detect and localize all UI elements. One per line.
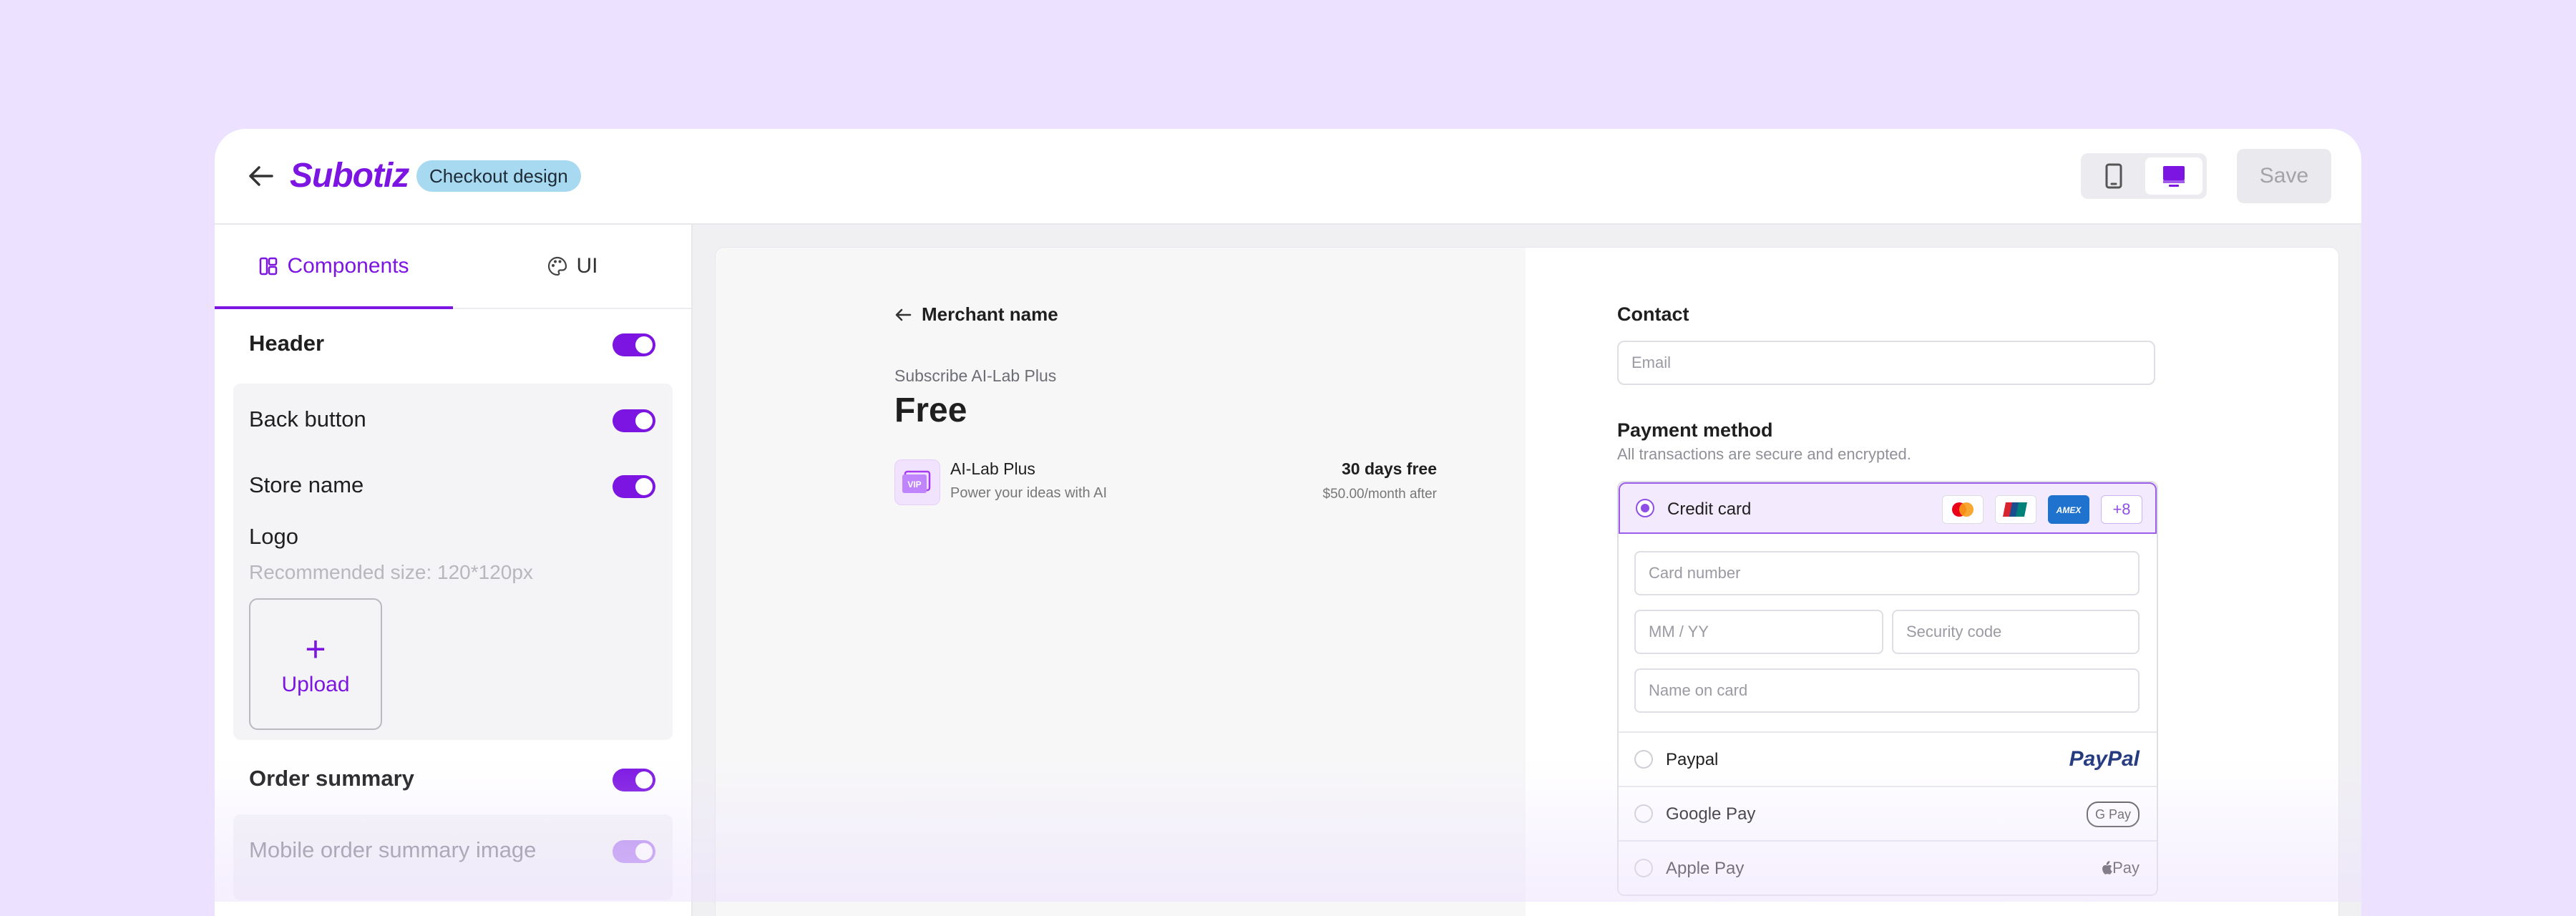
tab-ui-label: UI — [576, 254, 598, 278]
apple-pay-option[interactable]: Apple Pay Pay — [1619, 840, 2157, 895]
google-pay-label: Google Pay — [1666, 804, 1756, 824]
apple-pay-label: Apple Pay — [1666, 859, 1745, 878]
mobile-icon — [2105, 163, 2122, 189]
back-arrow-icon[interactable] — [246, 162, 275, 190]
payment-security-note: All transactions are secure and encrypte… — [1617, 445, 1911, 463]
after-trial-price: $50.00/month after — [1322, 487, 1438, 502]
credit-card-option[interactable]: Credit card AMEX +8 — [1619, 482, 2157, 534]
tab-components-label: Components — [287, 254, 409, 278]
store-name-setting-row: Store name — [215, 449, 691, 521]
google-pay-option[interactable]: Google Pay G Pay — [1619, 786, 2157, 842]
product-description: Power your ideas with AI — [950, 485, 1107, 501]
upload-label: Upload — [281, 673, 350, 696]
more-cards-badge: +8 — [2101, 495, 2142, 524]
back-button-setting-label: Back button — [249, 406, 366, 432]
top-bar: Subotiz Checkout design Save — [215, 129, 2361, 225]
header-toggle[interactable] — [613, 333, 655, 356]
back-arrow-icon — [895, 308, 912, 321]
header-setting-label: Header — [249, 331, 325, 356]
tab-ui[interactable]: UI — [453, 225, 691, 308]
order-summary-options-panel: Mobile order summary image — [233, 814, 673, 900]
credit-card-radio[interactable] — [1636, 499, 1654, 517]
mobile-image-setting-label: Mobile order summary image — [249, 837, 537, 862]
paypal-option[interactable]: Paypal PayPal — [1619, 731, 2157, 787]
layout-icon — [260, 257, 278, 276]
tab-components[interactable]: Components — [215, 225, 453, 308]
sidebar: Components UI Header Back button Store n… — [215, 225, 693, 916]
vip-icon: VIP — [894, 459, 940, 505]
paypal-logo: PayPal — [2069, 747, 2140, 771]
credit-card-label: Credit card — [1667, 500, 1752, 519]
email-field[interactable]: Email — [1617, 341, 2155, 385]
mobile-image-setting-row: Mobile order summary image — [215, 814, 691, 886]
apple-pay-logo: Pay — [2101, 859, 2140, 877]
desktop-icon — [2163, 166, 2185, 187]
contact-title: Contact — [1617, 303, 1689, 325]
header-setting-row: Header — [215, 308, 691, 379]
checkout-preview-area: Merchant name Subscribe AI-Lab Plus Free… — [693, 225, 2361, 916]
apple-pay-radio[interactable] — [1634, 859, 1653, 877]
name-on-card-field[interactable]: Name on card — [1634, 668, 2140, 713]
merchant-name: Merchant name — [922, 303, 1058, 325]
device-toggle — [2081, 153, 2207, 199]
store-name-setting-label: Store name — [249, 472, 364, 497]
editor-window: Subotiz Checkout design Save Components … — [215, 129, 2361, 916]
merchant-back-link[interactable]: Merchant name — [894, 303, 1058, 326]
mobile-view-button[interactable] — [2085, 157, 2142, 195]
store-name-toggle[interactable] — [613, 475, 655, 498]
payment-method-title: Payment method — [1617, 419, 1773, 441]
sidebar-tabs: Components UI — [215, 225, 691, 309]
order-summary-toggle[interactable] — [613, 769, 655, 791]
paypal-label: Paypal — [1666, 750, 1719, 769]
order-summary-setting-label: Order summary — [249, 766, 414, 791]
google-pay-logo: G Pay — [2086, 802, 2140, 827]
card-number-field[interactable]: Card number — [1634, 551, 2140, 595]
svg-text:VIP: VIP — [907, 479, 921, 489]
subscribe-line: Subscribe AI-Lab Plus — [894, 366, 1057, 385]
logo-size-hint: Recommended size: 120*120px — [249, 561, 533, 583]
google-pay-radio[interactable] — [1634, 804, 1653, 823]
amex-icon: AMEX — [2048, 495, 2089, 524]
unionpay-icon — [1995, 495, 2036, 524]
security-code-field[interactable]: Security code — [1892, 610, 2140, 654]
plus-icon: + — [305, 629, 326, 669]
header-options-panel: Back button Store name Logo Recommended … — [233, 384, 673, 740]
apple-icon — [2102, 861, 2112, 874]
trial-label: 30 days free — [1342, 459, 1437, 478]
brand-logo: Subotiz — [290, 157, 409, 195]
page-title-badge: Checkout design — [416, 160, 581, 192]
desktop-view-button[interactable] — [2145, 157, 2202, 195]
palette-icon — [547, 256, 567, 276]
logo-upload-button[interactable]: + Upload — [249, 598, 382, 730]
checkout-preview: Merchant name Subscribe AI-Lab Plus Free… — [716, 248, 2338, 916]
save-button[interactable]: Save — [2237, 149, 2331, 203]
mobile-image-toggle[interactable] — [613, 840, 655, 863]
order-summary-pane: Merchant name Subscribe AI-Lab Plus Free… — [716, 248, 1526, 916]
back-button-toggle[interactable] — [613, 409, 655, 432]
price-label: Free — [894, 391, 967, 429]
mastercard-icon — [1942, 495, 1984, 524]
expiry-field[interactable]: MM / YY — [1634, 610, 1883, 654]
order-summary-setting-row: Order summary — [215, 743, 691, 814]
product-name: AI-Lab Plus — [950, 459, 1035, 478]
apple-pay-logo-text: Pay — [2112, 859, 2140, 877]
payment-pane: Contact Email Payment method All transac… — [1526, 248, 2338, 916]
svg-text:AMEX: AMEX — [2056, 505, 2082, 515]
payment-options: Credit card AMEX +8 Card number MM / YY … — [1617, 481, 2158, 896]
logo-setting-label: Logo — [249, 524, 298, 549]
back-button-setting-row: Back button — [215, 384, 691, 455]
paypal-radio[interactable] — [1634, 750, 1653, 769]
